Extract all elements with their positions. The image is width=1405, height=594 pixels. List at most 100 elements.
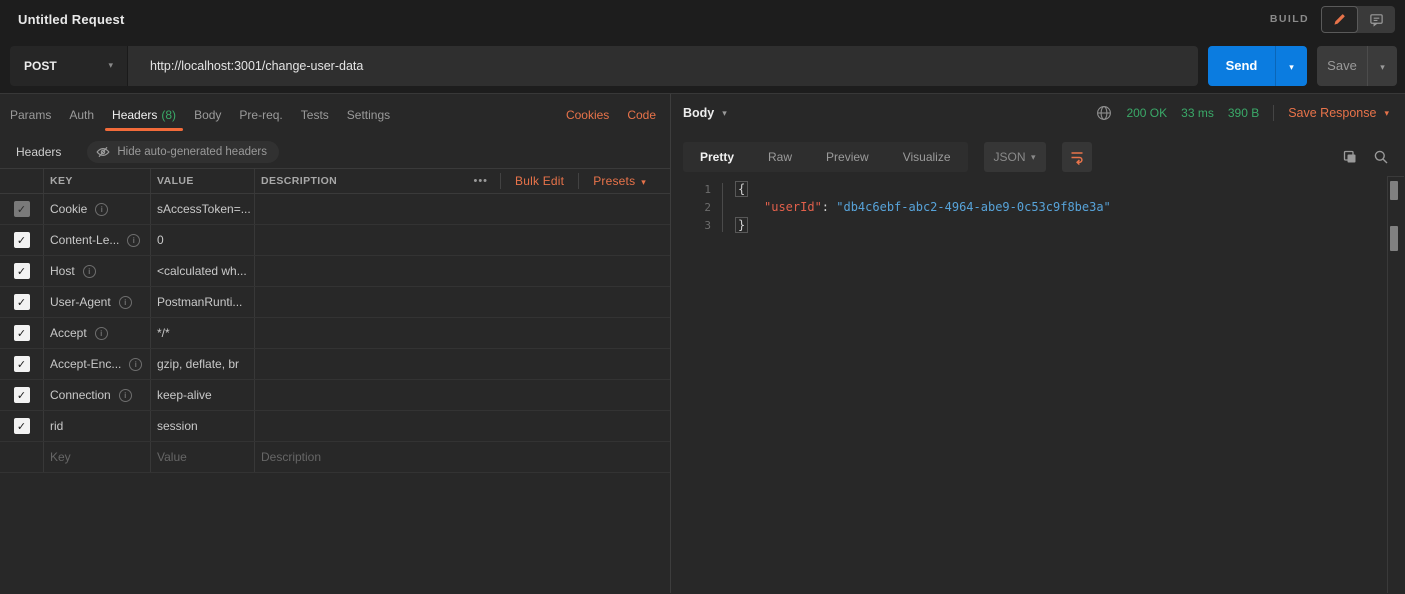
comments-button[interactable]	[1358, 6, 1395, 33]
row-checkbox[interactable]: ✓	[14, 356, 30, 372]
value-cell[interactable]: sAccessToken=...	[151, 194, 255, 224]
wrap-text-button[interactable]	[1062, 142, 1092, 172]
edit-request-button[interactable]	[1321, 6, 1358, 33]
description-cell[interactable]	[255, 349, 670, 379]
chevron-down-icon: ▾	[641, 177, 646, 187]
header-row-host: ✓ Hosti <calculated wh...	[0, 256, 670, 287]
copy-button[interactable]	[1342, 149, 1358, 165]
send-options-button[interactable]: ▾	[1275, 46, 1307, 86]
cookies-link[interactable]: Cookies	[566, 108, 609, 122]
row-checkbox[interactable]: ✓	[14, 387, 30, 403]
value-cell[interactable]: */*	[151, 318, 255, 348]
header-row-cookie: ✓ Cookiei sAccessToken=...	[0, 194, 670, 225]
key-cell[interactable]: Hosti	[44, 256, 151, 286]
tab-params[interactable]: Params	[1, 94, 60, 136]
save-response-dropdown[interactable]: Save Response ▾	[1288, 106, 1389, 120]
row-checkbox: ✓	[14, 201, 30, 217]
send-button[interactable]: Send	[1208, 46, 1275, 86]
headers-subheader: Headers Hide auto-generated headers	[0, 136, 670, 168]
value-cell[interactable]: PostmanRunti...	[151, 287, 255, 317]
tab-body[interactable]: Body	[185, 94, 230, 136]
editor-scrollbar-track[interactable]	[1387, 176, 1388, 593]
response-meta-bar: Body ▾ 200 OK 33 ms 390 B Save Response …	[671, 94, 1405, 132]
description-cell[interactable]	[255, 411, 670, 441]
response-time: 33 ms	[1181, 106, 1214, 120]
tab-settings[interactable]: Settings	[338, 94, 399, 136]
value-cell[interactable]: gzip, deflate, br	[151, 349, 255, 379]
more-options-icon[interactable]: •••	[461, 175, 500, 187]
key-cell[interactable]: Cookiei	[44, 194, 151, 224]
view-tab-pretty[interactable]: Pretty	[683, 142, 751, 172]
bulk-edit-link[interactable]: Bulk Edit	[501, 174, 578, 188]
edit-comment-toggle-group	[1321, 6, 1395, 33]
save-button-group: Save ▾	[1317, 46, 1397, 86]
row-checkbox[interactable]: ✓	[14, 418, 30, 434]
copy-icon	[1342, 149, 1358, 165]
key-cell[interactable]: Accept-Enc...i	[44, 349, 151, 379]
code-link[interactable]: Code	[627, 108, 656, 122]
save-options-button[interactable]: ▾	[1367, 46, 1397, 86]
response-view-tabs: Pretty Raw Preview Visualize	[683, 142, 968, 172]
hide-autogenerated-toggle[interactable]: Hide auto-generated headers	[87, 141, 279, 163]
pencil-icon	[1332, 12, 1347, 27]
value-cell[interactable]: keep-alive	[151, 380, 255, 410]
method-select[interactable]: POST ▾	[10, 46, 128, 86]
tab-auth[interactable]: Auth	[60, 94, 103, 136]
view-tab-raw[interactable]: Raw	[751, 142, 809, 172]
value-cell[interactable]: <calculated wh...	[151, 256, 255, 286]
view-tab-preview[interactable]: Preview	[809, 142, 886, 172]
new-value-input[interactable]: Value	[151, 442, 255, 472]
headers-table: KEY VALUE DESCRIPTION ••• Bulk Edit Pres…	[0, 168, 670, 473]
status-badge: 200 OK	[1126, 106, 1167, 120]
save-button[interactable]: Save	[1317, 46, 1367, 86]
response-meta-right: 200 OK 33 ms 390 B Save Response ▾	[1096, 105, 1389, 121]
row-checkbox[interactable]: ✓	[14, 232, 30, 248]
search-button[interactable]	[1373, 149, 1389, 165]
key-cell[interactable]: User-Agenti	[44, 287, 151, 317]
divider	[1273, 105, 1274, 121]
key-cell[interactable]: Connectioni	[44, 380, 151, 410]
new-description-input[interactable]: Description	[255, 442, 670, 472]
scrollbar-annotation-mark	[1390, 181, 1398, 200]
description-cell[interactable]	[255, 225, 670, 255]
tab-headers[interactable]: Headers (8)	[103, 94, 185, 136]
network-globe-icon[interactable]	[1096, 105, 1112, 121]
header-row-new: Key Value Description	[0, 442, 670, 473]
description-cell[interactable]	[255, 380, 670, 410]
key-cell[interactable]: rid	[44, 411, 151, 441]
line-number: 2	[671, 201, 711, 214]
description-cell[interactable]	[255, 318, 670, 348]
tab-pre-req[interactable]: Pre-req.	[230, 94, 291, 136]
response-code-editor: 1 { 2 "userId": "db4c6ebf-abc2-4964-abe9…	[671, 180, 1405, 234]
response-toolbar: Pretty Raw Preview Visualize JSON ▾	[683, 142, 1389, 172]
response-body-dropdown[interactable]: Body ▾	[683, 106, 727, 120]
chevron-down-icon: ▾	[1380, 62, 1385, 72]
description-cell[interactable]	[255, 194, 670, 224]
tab-tests[interactable]: Tests	[292, 94, 338, 136]
new-key-input[interactable]: Key	[44, 442, 151, 472]
key-cell[interactable]: Accepti	[44, 318, 151, 348]
titlebar-right: BUILD	[1270, 6, 1395, 33]
language-select[interactable]: JSON ▾	[984, 142, 1046, 172]
header-row-accept: ✓ Accepti */*	[0, 318, 670, 349]
info-icon: i	[119, 389, 132, 402]
code-line: 3 }	[671, 216, 1405, 234]
code-line: 2 "userId": "db4c6ebf-abc2-4964-abe9-0c5…	[671, 198, 1405, 216]
description-cell[interactable]	[255, 287, 670, 317]
request-tabs: Params Auth Headers (8) Body Pre-req. Te…	[0, 94, 670, 136]
url-input[interactable]: http://localhost:3001/change-user-data	[128, 46, 1198, 86]
key-cell[interactable]: Content-Le...i	[44, 225, 151, 255]
json-string-value: "db4c6ebf-abc2-4964-abe9-0c53c9f8be3a"	[836, 200, 1111, 214]
row-checkbox[interactable]: ✓	[14, 294, 30, 310]
header-row-user-agent: ✓ User-Agenti PostmanRunti...	[0, 287, 670, 318]
content-panes: Params Auth Headers (8) Body Pre-req. Te…	[0, 94, 1405, 593]
word-wrap-icon	[1069, 149, 1085, 165]
view-tab-visualize[interactable]: Visualize	[886, 142, 968, 172]
value-cell[interactable]: 0	[151, 225, 255, 255]
request-pane: Params Auth Headers (8) Body Pre-req. Te…	[0, 94, 671, 593]
presets-dropdown[interactable]: Presets▾	[579, 174, 660, 188]
value-cell[interactable]: session	[151, 411, 255, 441]
description-cell[interactable]	[255, 256, 670, 286]
row-checkbox[interactable]: ✓	[14, 263, 30, 279]
row-checkbox[interactable]: ✓	[14, 325, 30, 341]
